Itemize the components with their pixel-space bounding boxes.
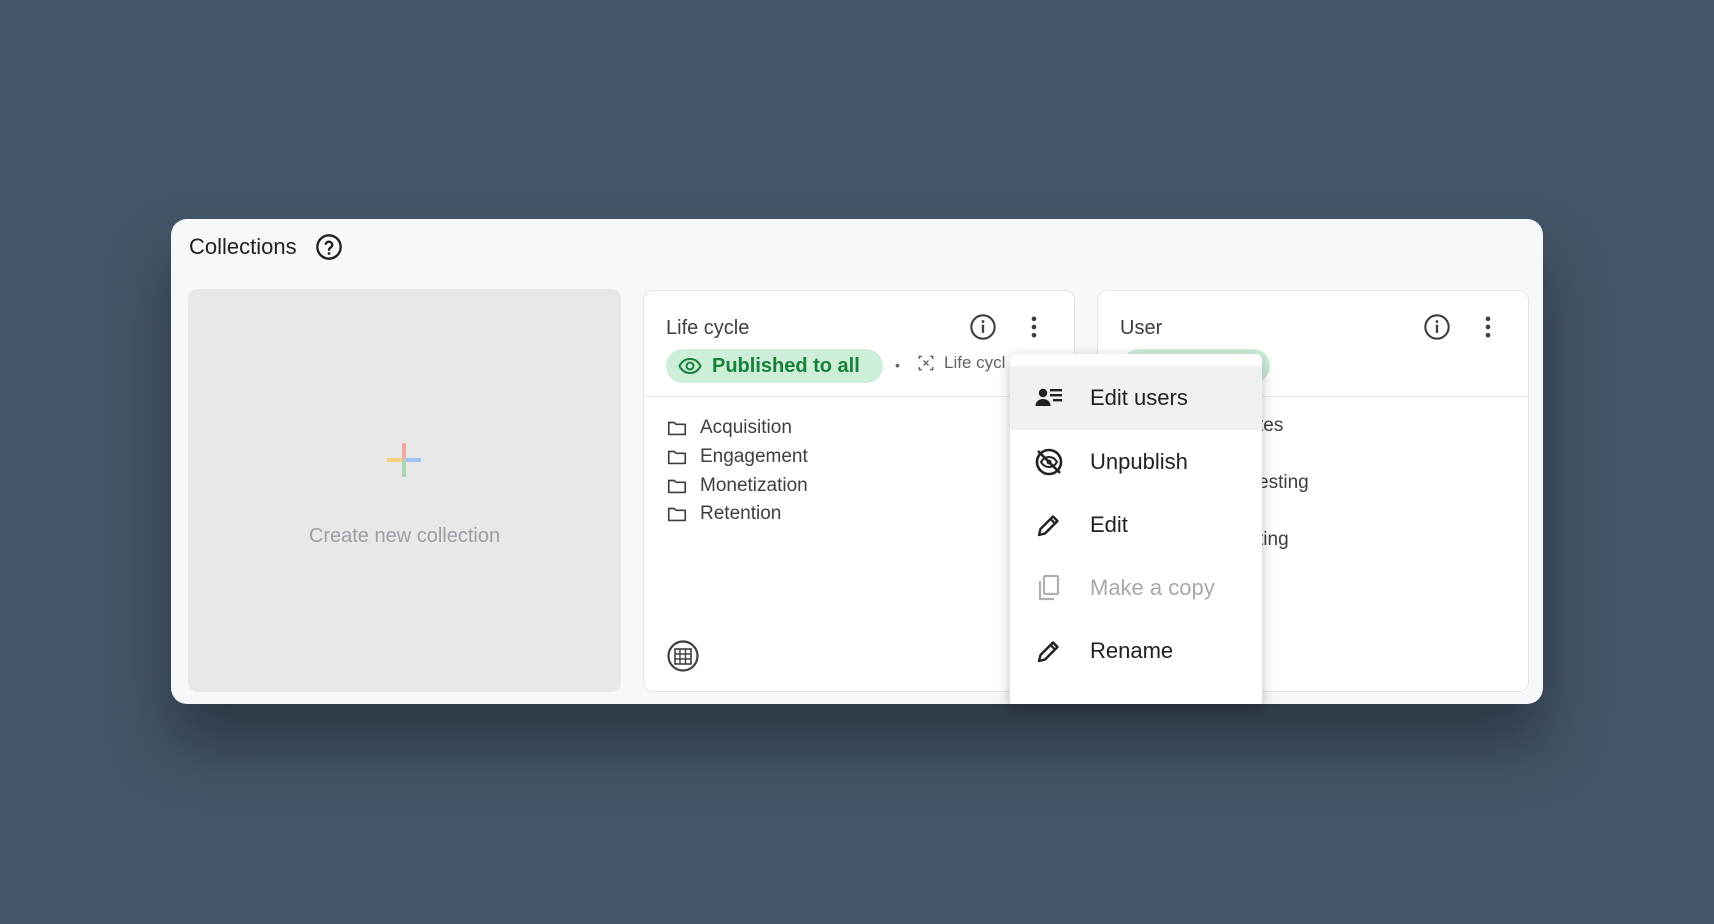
menu-item-edit-users[interactable]: Edit users (1010, 366, 1262, 430)
folder-label: Retention (700, 503, 782, 525)
folder-label-fragment: ting (1258, 529, 1289, 550)
collection-link-icon (918, 355, 934, 371)
collections-panel: Collections Create new collection Life c… (171, 219, 1543, 704)
card-title: Life cycle (666, 317, 750, 339)
menu-item-label: Edit users (1090, 385, 1188, 410)
folder-item-engagement[interactable]: Engagement (666, 443, 808, 472)
create-collection-card[interactable]: Create new collection (188, 289, 621, 692)
folder-icon (667, 508, 687, 522)
folder-label-fragment: esting (1258, 472, 1309, 493)
page-title: Collections (189, 234, 297, 259)
folder-item-retention[interactable]: Retention (666, 500, 808, 529)
menu-item-unpublish[interactable]: Unpublish (1010, 430, 1262, 494)
folder-label: Monetization (700, 474, 808, 496)
menu-item-label: Unpublish (1090, 449, 1188, 474)
card-title: User (1120, 317, 1163, 339)
folder-icon (667, 422, 687, 436)
published-status-label: Published to all (712, 354, 860, 377)
copy-icon (1038, 574, 1060, 601)
pencil-icon (1037, 515, 1059, 537)
folder-label: Acquisition (700, 417, 792, 439)
panel-header: Collections (189, 233, 343, 261)
more-vert-icon[interactable] (1020, 313, 1048, 341)
menu-item-label: Edit (1090, 512, 1128, 537)
edit-users-icon (1035, 388, 1062, 406)
info-icon[interactable] (969, 313, 997, 341)
folder-icon (667, 450, 687, 465)
menu-item-rename[interactable]: Rename (1010, 619, 1262, 683)
folder-list: Acquisition Engagement Monetization Rete… (666, 414, 808, 529)
context-menu: Edit users Unpublish Edit Make a copy Re… (1010, 354, 1262, 704)
menu-item-edit[interactable]: Edit (1010, 493, 1262, 557)
menu-item-label: Rename (1090, 638, 1174, 663)
folder-item-monetization[interactable]: Monetization (666, 471, 808, 500)
folder-label: Engagement (700, 446, 808, 468)
eye-icon (678, 357, 702, 375)
folder-item-acquisition[interactable]: Acquisition (666, 414, 808, 443)
more-vert-icon[interactable] (1474, 313, 1502, 341)
help-icon[interactable] (315, 233, 343, 261)
info-icon[interactable] (1423, 313, 1451, 341)
colorful-plus-icon (385, 441, 423, 479)
collection-chip: Life cycl (916, 353, 1005, 373)
menu-item-label: Make a copy (1090, 575, 1215, 600)
folder-icon (667, 479, 687, 493)
create-collection-label: Create new collection (308, 525, 501, 547)
collection-chip-label: Life cycl (944, 353, 1006, 372)
unpublish-icon (1035, 448, 1063, 476)
published-status-badge[interactable]: Published to all (666, 349, 883, 383)
menu-item-make-a-copy[interactable]: Make a copy (1010, 556, 1262, 620)
pencil-icon (1037, 641, 1059, 663)
separator-dot: • (895, 357, 900, 373)
globe-grid-icon (666, 639, 700, 673)
